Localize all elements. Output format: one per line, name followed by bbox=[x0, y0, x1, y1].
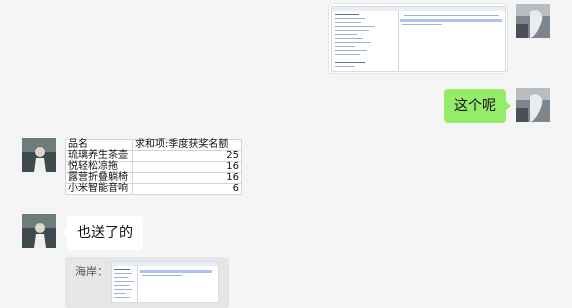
cell-name: 小米智能音响 bbox=[65, 183, 133, 195]
contact-avatar[interactable] bbox=[22, 214, 56, 248]
received-text: 也送了的 bbox=[77, 225, 133, 241]
my-avatar[interactable] bbox=[516, 4, 550, 38]
cell-name: 琉璃养生茶壶 bbox=[65, 150, 133, 162]
quoted-screenshot-thumbnail[interactable] bbox=[111, 261, 219, 303]
table-header-row: 品名 求和项:季度获奖名额 bbox=[65, 139, 242, 151]
header-name: 品名 bbox=[65, 139, 133, 151]
table-row: 悦轻松凉拖 16 bbox=[65, 161, 242, 173]
cell-name: 露营折叠躺椅 bbox=[65, 172, 133, 184]
sent-text: 这个呢 bbox=[454, 98, 496, 114]
contact-avatar[interactable] bbox=[22, 138, 56, 172]
cell-value: 16 bbox=[132, 172, 242, 184]
quote-sender: 海岸： bbox=[75, 265, 108, 278]
quoted-message[interactable]: 海岸： bbox=[65, 257, 229, 308]
cell-value: 16 bbox=[132, 161, 242, 173]
pivot-table-image[interactable]: 品名 求和项:季度获奖名额 琉璃养生茶壶 25 悦轻松凉拖 16 露营折叠躺椅 … bbox=[65, 139, 242, 195]
header-value: 求和项:季度获奖名额 bbox=[132, 139, 242, 151]
table-row: 琉璃养生茶壶 25 bbox=[65, 150, 242, 162]
cell-value: 25 bbox=[132, 150, 242, 162]
cell-value: 6 bbox=[132, 183, 242, 195]
table-row: 露营折叠躺椅 16 bbox=[65, 172, 242, 184]
received-text-bubble[interactable]: 也送了的 bbox=[62, 216, 143, 250]
sent-text-bubble[interactable]: 这个呢 bbox=[444, 89, 511, 123]
screenshot-thumbnail[interactable] bbox=[331, 6, 506, 72]
sent-screenshot-message[interactable] bbox=[328, 3, 508, 74]
cell-name: 悦轻松凉拖 bbox=[65, 161, 133, 173]
my-avatar[interactable] bbox=[516, 88, 550, 122]
table-row: 小米智能音响 6 bbox=[65, 183, 242, 195]
